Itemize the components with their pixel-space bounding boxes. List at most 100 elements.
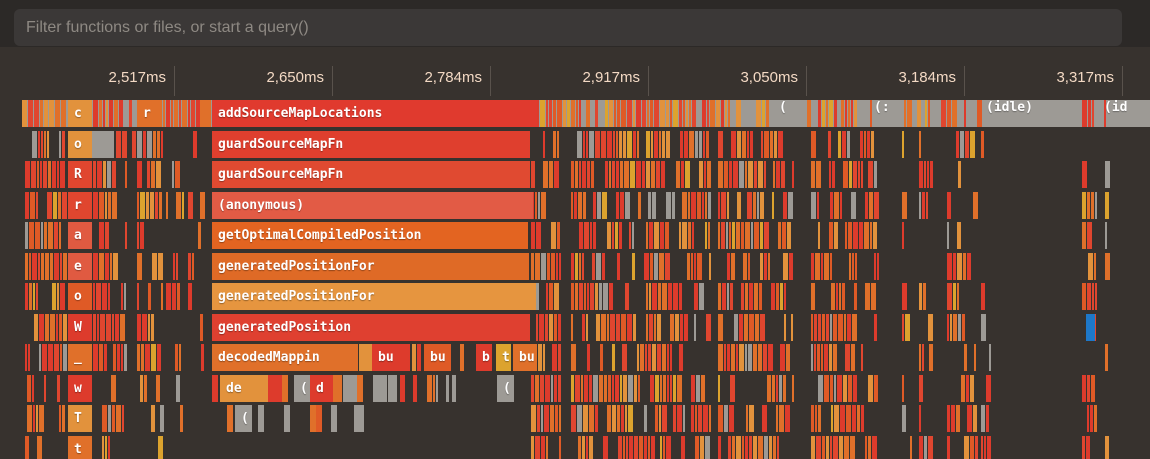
frame-bar[interactable]: c bbox=[68, 100, 92, 127]
frame-sliver bbox=[986, 375, 991, 402]
frame-sliver bbox=[43, 161, 47, 188]
frame-sliver bbox=[786, 344, 790, 371]
frame-bar-unlabeled[interactable] bbox=[92, 131, 114, 158]
frame-sliver bbox=[649, 314, 653, 341]
frame-bar-unlabeled[interactable] bbox=[333, 375, 342, 402]
frame-bar[interactable]: guardSourceMapFn bbox=[212, 131, 530, 158]
frame-sliver bbox=[121, 283, 123, 310]
frame-bar[interactable]: a bbox=[68, 222, 92, 249]
frame-sliver bbox=[113, 253, 118, 280]
frame-sliver bbox=[811, 436, 815, 459]
frame-bar[interactable]: generatedPosition bbox=[212, 314, 530, 341]
frame-bar[interactable]: o bbox=[68, 131, 92, 158]
frame-sliver bbox=[686, 100, 688, 127]
frame-bar[interactable]: guardSourceMapFn bbox=[212, 161, 530, 188]
frame-sliver bbox=[722, 283, 726, 310]
frame-bar-unlabeled[interactable] bbox=[1086, 314, 1095, 341]
frame-bar[interactable]: W bbox=[68, 314, 92, 341]
frame-bar[interactable]: ( bbox=[235, 405, 252, 432]
frame-sliver bbox=[734, 314, 738, 341]
frame-sliver bbox=[574, 192, 577, 219]
flame-chart[interactable]: craddSourceMapLocations((:(idle)(idoguar… bbox=[0, 0, 1150, 459]
frame-sliver bbox=[857, 405, 860, 432]
frame-sliver bbox=[545, 375, 550, 402]
frame-sliver bbox=[625, 192, 630, 219]
frame-sliver bbox=[752, 100, 755, 127]
frame-bar-unlabeled[interactable] bbox=[227, 405, 233, 432]
frame-bar-unlabeled[interactable] bbox=[258, 405, 264, 432]
frame-sliver bbox=[200, 314, 203, 341]
frame-sliver bbox=[48, 161, 51, 188]
frame-bar-unlabeled[interactable] bbox=[373, 375, 387, 402]
frame-sliver bbox=[731, 253, 735, 280]
frame-sliver bbox=[105, 222, 109, 249]
frame-bar[interactable]: de bbox=[220, 375, 268, 402]
frame-bar[interactable]: t bbox=[68, 436, 92, 459]
frame-bar-unlabeled[interactable] bbox=[282, 375, 288, 402]
frame-sliver bbox=[707, 100, 709, 127]
frame-bar-unlabeled[interactable] bbox=[316, 405, 322, 432]
frame-bar[interactable]: decodedMappin bbox=[212, 344, 358, 371]
frame-bar-unlabeled[interactable] bbox=[268, 375, 282, 402]
frame-bar[interactable]: t bbox=[496, 344, 511, 371]
frame-bar-unlabeled[interactable] bbox=[359, 344, 372, 371]
frame-sliver bbox=[869, 192, 873, 219]
frame-sliver bbox=[103, 100, 105, 127]
frame-sliver bbox=[613, 131, 615, 158]
frame-sliver bbox=[663, 436, 665, 459]
frame-sliver bbox=[531, 161, 535, 188]
frame-sliver bbox=[112, 161, 116, 188]
frame-sliver bbox=[129, 100, 132, 127]
frame-bar[interactable]: r bbox=[68, 192, 92, 219]
frame-bar[interactable]: _ bbox=[68, 344, 92, 371]
frame-bar-unlabeled[interactable] bbox=[358, 405, 364, 432]
frame-sliver bbox=[724, 405, 728, 432]
frame-sliver bbox=[175, 344, 178, 371]
frame-bar[interactable]: (anonymous) bbox=[212, 192, 533, 219]
frame-sliver bbox=[620, 192, 624, 219]
frame-sliver bbox=[146, 192, 149, 219]
flame-row: craddSourceMapLocations((:(idle)(id bbox=[0, 100, 1150, 127]
frame-bar-unlabeled[interactable] bbox=[212, 375, 218, 402]
frame-bar[interactable]: b bbox=[476, 344, 492, 371]
frame-sliver bbox=[105, 436, 107, 459]
frame-bar[interactable]: d bbox=[310, 375, 333, 402]
frame-sliver bbox=[639, 436, 643, 459]
frame-sliver bbox=[730, 283, 733, 310]
frame-bar[interactable]: w bbox=[68, 375, 92, 402]
frame-sliver bbox=[122, 405, 124, 432]
frame-sliver bbox=[41, 253, 44, 280]
frame-sliver bbox=[679, 344, 683, 371]
frame-sliver bbox=[659, 253, 664, 280]
frame-bar-unlabeled[interactable] bbox=[284, 405, 290, 432]
frame-bar[interactable]: o bbox=[68, 283, 92, 310]
frame-sliver bbox=[718, 436, 721, 459]
frame-sliver bbox=[772, 375, 775, 402]
frame-bar[interactable]: generatedPositionFor bbox=[212, 253, 529, 280]
frame-bar[interactable]: e bbox=[68, 253, 92, 280]
frame-sliver bbox=[119, 100, 123, 127]
frame-sliver bbox=[832, 161, 835, 188]
frame-sliver bbox=[830, 436, 832, 459]
frame-sliver bbox=[637, 131, 639, 158]
frame-sliver bbox=[829, 100, 833, 127]
frame-bar[interactable]: addSourceMapLocations bbox=[212, 100, 537, 127]
frame-sliver bbox=[970, 375, 974, 402]
frame-bar[interactable]: ( bbox=[294, 375, 310, 402]
frame-bar[interactable]: bu bbox=[372, 344, 410, 371]
frame-bar-unlabeled[interactable] bbox=[200, 100, 211, 127]
frame-bar[interactable]: ( bbox=[497, 375, 514, 402]
frame-bar-unlabeled[interactable] bbox=[388, 375, 397, 402]
frame-bar[interactable]: T bbox=[68, 405, 92, 432]
frame-bar-unlabeled[interactable] bbox=[343, 375, 357, 402]
frame-sliver bbox=[850, 436, 855, 459]
frame-bar[interactable]: generatedPositionFor bbox=[212, 283, 536, 310]
frame-bar-unlabeled[interactable] bbox=[357, 375, 363, 402]
frame-bar[interactable]: r bbox=[137, 100, 162, 127]
frame-bar[interactable]: bu bbox=[513, 344, 537, 371]
frame-sliver bbox=[191, 100, 195, 127]
frame-bar[interactable]: getOptimalCompiledPosition bbox=[212, 222, 528, 249]
frame-bar[interactable]: bu bbox=[424, 344, 451, 371]
frame-bar-unlabeled[interactable] bbox=[331, 405, 337, 432]
frame-bar[interactable]: R bbox=[68, 161, 92, 188]
